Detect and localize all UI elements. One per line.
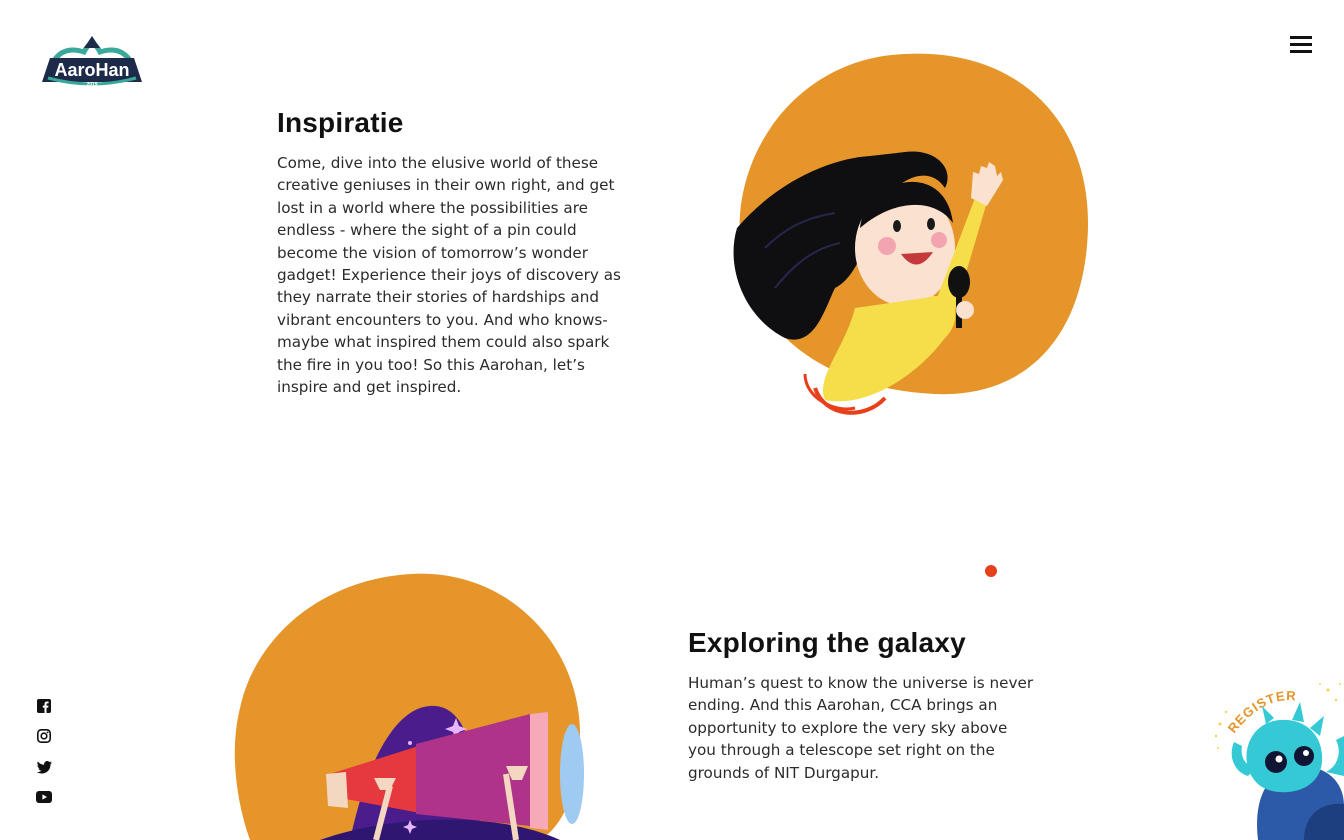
page: AaroHan 2019 Inspiratie Come, dive into … [0, 0, 1344, 840]
menu-bar-1 [1290, 36, 1312, 39]
section-title-exploring-galaxy: Exploring the galaxy [688, 627, 966, 658]
telescope-illustration [234, 573, 584, 840]
section-body-inspiratie: Come, dive into the elusive world of the… [277, 154, 621, 397]
section-title-inspiratie: Inspiratie [277, 107, 404, 138]
menu-bar-2 [1290, 43, 1312, 46]
facebook-icon[interactable] [35, 697, 53, 715]
instagram-icon[interactable] [35, 727, 53, 745]
aarohan-logo[interactable]: AaroHan 2019 [40, 34, 144, 90]
svg-text:AaroHan: AaroHan [54, 60, 129, 80]
twitter-icon[interactable] [35, 758, 53, 776]
hamburger-icon[interactable] [1290, 36, 1312, 54]
section-body-exploring-galaxy: Human’s quest to know the universe is ne… [688, 674, 1034, 782]
youtube-icon[interactable] [35, 788, 53, 806]
singer-girl-illustration [733, 53, 1089, 415]
svg-text:2019: 2019 [86, 82, 97, 88]
register-button[interactable]: REGISTER [1208, 676, 1344, 840]
menu-bar-3 [1290, 50, 1312, 53]
accent-dot [985, 565, 997, 577]
